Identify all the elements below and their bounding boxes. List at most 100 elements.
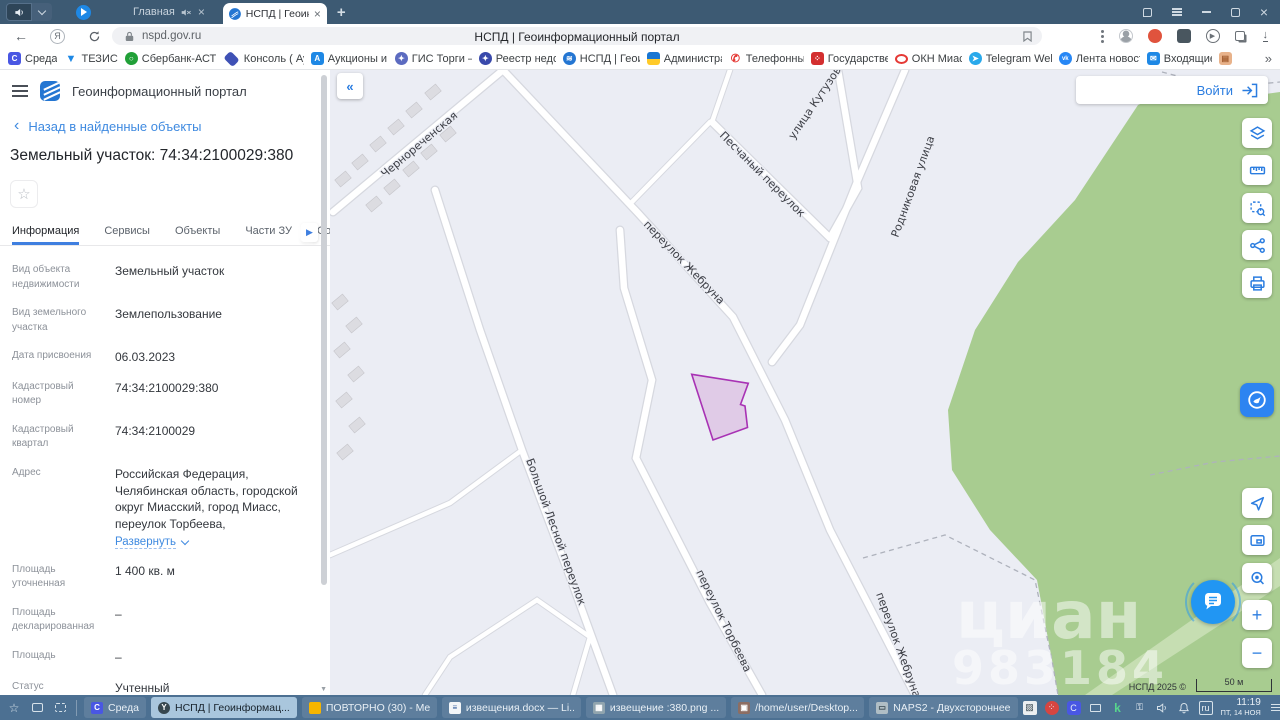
tray-clock[interactable]: 11:19 ПТ, 14 НОЯ [1221, 697, 1261, 717]
map-canvas[interactable]: Чернореченская Песчаный переулок улица К… [330, 70, 1280, 695]
administration-icon [646, 52, 660, 65]
layers-icon [1249, 125, 1265, 140]
bookmark-item[interactable]: Консоль ( Аукцио [223, 50, 304, 67]
share-button[interactable] [1242, 230, 1272, 260]
collapse-panel-button[interactable]: « [337, 73, 363, 99]
close-window-button[interactable]: × [1260, 5, 1268, 19]
taskbar-item-nspd-active[interactable]: Y НСПД | Геоинформац... [151, 697, 297, 718]
tab-audio-dropdown[interactable] [32, 3, 52, 21]
tray-display-icon[interactable] [1089, 701, 1103, 715]
media-play-button[interactable] [76, 4, 91, 20]
extension-red-icon[interactable] [1147, 29, 1162, 43]
favorite-star-button[interactable]: ☆ [10, 180, 38, 208]
downloads-icon[interactable]: ↓ [1262, 29, 1268, 43]
collections-icon[interactable] [1142, 7, 1152, 17]
bookmark-item[interactable]: ААукционы и конк [310, 52, 388, 65]
refresh-button[interactable] [88, 24, 101, 48]
back-button[interactable]: ← [14, 24, 28, 48]
tabs-scroll-right-button[interactable]: ▶ [301, 223, 318, 242]
geolocation-button[interactable] [1242, 488, 1272, 518]
hamburger-menu-icon[interactable] [12, 90, 28, 92]
bookmark-item[interactable]: ✉Входящие - [1146, 52, 1212, 65]
print-button[interactable] [1242, 268, 1272, 298]
taskbar-item-png[interactable]: ▦ извещение :380.png ... [585, 697, 727, 718]
bookmark-item[interactable]: ✆Телефонный спр [728, 52, 804, 65]
taskbar-item-sreda[interactable]: С Среда [84, 697, 146, 718]
bookmark-flag-icon[interactable] [1023, 31, 1032, 42]
sreda-icon: С [8, 52, 21, 65]
tray-notifications-icon[interactable] [1177, 701, 1191, 715]
tab-services[interactable]: Сервисы [104, 219, 150, 245]
measure-button[interactable] [1242, 155, 1272, 185]
tab-objects[interactable]: Объекты [175, 219, 220, 245]
tray-usb-icon[interactable]: ⚿ [1133, 701, 1147, 715]
bookmark-item[interactable]: ▤ [1218, 52, 1232, 65]
back-to-results-link[interactable]: ‹ Назад в найденные объекты [14, 118, 330, 134]
tab-home[interactable]: Главная × [133, 6, 205, 18]
panel-scrollbar[interactable]: ▼ [320, 72, 327, 693]
tray-volume-icon[interactable] [1155, 701, 1169, 715]
tab-close-icon[interactable]: × [314, 8, 321, 20]
bookmark-item[interactable]: ○ Сбербанк-АСТ [124, 52, 216, 65]
support-chat-button[interactable] [1185, 574, 1241, 630]
tab-audio-button[interactable] [6, 3, 32, 21]
bookmarks-overflow-button[interactable]: » [1258, 51, 1272, 66]
scrollbar-thumb[interactable] [321, 75, 327, 585]
search-on-map-button[interactable] [1242, 563, 1272, 593]
login-bar[interactable]: Войти [1076, 76, 1268, 104]
tray-menu-icon[interactable] [1270, 706, 1280, 709]
tray-k-icon[interactable]: k [1111, 701, 1125, 715]
extension-dark-icon[interactable] [1176, 29, 1191, 43]
browser-menu-icon[interactable] [1171, 11, 1182, 13]
bookmark-item[interactable]: ⁘Государственный [810, 52, 888, 65]
taskbar-item-docx[interactable]: ≡ извещения.docx — Li... [441, 697, 581, 718]
tray-sreda-icon[interactable]: С [1066, 700, 1081, 715]
keyboard-layout-indicator[interactable]: ru [1198, 700, 1213, 715]
layers-button[interactable] [1242, 118, 1272, 148]
bookmark-item[interactable]: vkЛента новостей [1058, 52, 1140, 65]
bookmark-item[interactable]: ✦Реестр недоброс [478, 52, 556, 65]
minimize-button[interactable] [1201, 11, 1211, 13]
extension-profile-icon[interactable] [1118, 29, 1133, 43]
bookmark-item[interactable]: Администрация [646, 52, 722, 65]
zoom-out-button[interactable]: − [1242, 638, 1272, 668]
bookmark-item[interactable]: ✦ГИС Торги – прод [394, 52, 472, 65]
favorites-star-icon[interactable]: ☆ [5, 699, 23, 717]
new-tab-button[interactable]: + [337, 4, 346, 21]
yandex-icon: Я [50, 28, 65, 44]
show-desktop-icon[interactable] [51, 699, 69, 717]
watermark: циан 983184 [952, 577, 1164, 695]
taskbar-item-naps2[interactable]: ▭ NAPS2 - Двухстороннее [869, 697, 1018, 718]
bookmark-item[interactable]: ▼ ТЕЗИС [64, 52, 118, 65]
more-menu-icon[interactable] [1100, 34, 1104, 38]
bookmark-item[interactable]: ≋НСПД | Геоинфор [562, 52, 640, 65]
extension-tabs-icon[interactable] [1234, 31, 1245, 41]
zoom-in-button[interactable]: + [1242, 600, 1272, 630]
tray-red-grid-icon[interactable]: ⁘ [1044, 700, 1059, 715]
window-list-icon[interactable] [28, 699, 46, 717]
bookmark-item[interactable]: ОКН Миасс [894, 53, 962, 65]
konsol-icon [223, 50, 240, 67]
taskbar-item-folder[interactable]: ПОВТОРНО (30) - Me... [301, 697, 437, 718]
bookmark-item[interactable]: С Среда [8, 52, 57, 65]
login-label: Войти [1196, 82, 1233, 98]
extension-video-icon[interactable]: ▶ [1205, 29, 1220, 43]
omnibox[interactable]: nspd.gov.ru НСПД | Геоинформационный пор… [112, 27, 1042, 45]
map-area[interactable]: Чернореченская Песчаный переулок улица К… [330, 70, 1280, 695]
tab-parts[interactable]: Части ЗУ [245, 219, 292, 245]
tab-information[interactable]: Информация [12, 219, 80, 245]
yandex-button[interactable]: Я [50, 24, 65, 48]
expand-address-link[interactable]: Развернуть [115, 536, 304, 549]
bookmark-item[interactable]: ➤ Telegram Web [968, 52, 1052, 65]
minimap-button[interactable] [1242, 525, 1272, 555]
tab-close-icon[interactable]: × [198, 6, 205, 18]
tray-notes-icon[interactable]: ▨ [1022, 700, 1037, 715]
taskbar-item-image-viewer[interactable]: ▣ /home/user/Desktop... [731, 697, 865, 718]
maximize-button[interactable] [1230, 7, 1240, 17]
select-area-button[interactable] [1242, 193, 1272, 223]
tab-active[interactable]: НСПД | Геоинформац... × [222, 3, 327, 24]
field-row: Кадастровый квартал 74:34:2100029 [12, 423, 196, 450]
assistant-side-tab[interactable] [1240, 383, 1274, 417]
image-icon: ▦ [592, 701, 605, 714]
scrollbar-down-arrow[interactable]: ▼ [320, 686, 327, 693]
